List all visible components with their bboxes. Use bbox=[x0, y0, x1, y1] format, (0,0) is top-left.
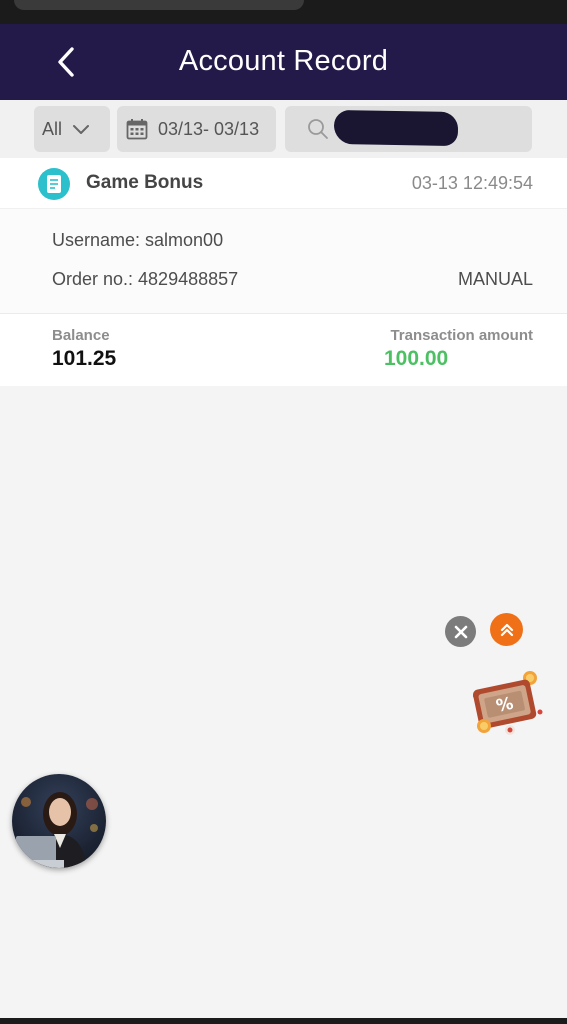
scroll-top-button[interactable] bbox=[490, 613, 523, 646]
app-header: Account Record bbox=[0, 24, 567, 100]
search-icon bbox=[308, 119, 328, 139]
close-icon bbox=[454, 625, 467, 638]
record-card[interactable]: Game Bonus 03-13 12:49:54 Username: salm… bbox=[0, 158, 567, 386]
discount-coupon-icon: % bbox=[473, 671, 543, 735]
record-datetime: 03-13 12:49:54 bbox=[411, 173, 533, 193]
receipt-icon bbox=[38, 168, 70, 200]
transaction-amount-label: Transaction amount bbox=[390, 327, 533, 344]
balance-value: 101.25 bbox=[52, 347, 117, 370]
redaction-mark bbox=[333, 109, 459, 147]
double-chevron-up-icon bbox=[500, 623, 513, 636]
status-bar-pill bbox=[14, 0, 304, 10]
calendar-icon bbox=[126, 119, 148, 140]
order-number-text: Order no.: 4829488857 bbox=[52, 269, 239, 289]
record-details: Username: salmon00 Order no.: 4829488857… bbox=[0, 208, 567, 313]
page-title: Account Record bbox=[178, 45, 389, 77]
username-text: Username: salmon00 bbox=[52, 230, 224, 250]
method-text: MANUAL bbox=[457, 269, 533, 289]
promo-coupon-button[interactable]: % bbox=[466, 666, 548, 742]
type-filter-value: All bbox=[42, 118, 63, 139]
support-agent-avatar[interactable] bbox=[12, 774, 106, 868]
chevron-down-icon bbox=[73, 125, 90, 134]
close-promo-button[interactable] bbox=[445, 616, 476, 647]
record-title: Game Bonus bbox=[86, 172, 204, 193]
record-header: Game Bonus 03-13 12:49:54 bbox=[0, 158, 567, 208]
transaction-amount-value: 100.00 bbox=[384, 347, 449, 370]
balance-label: Balance bbox=[52, 327, 110, 344]
agent-photo bbox=[12, 774, 106, 868]
system-nav-bar bbox=[0, 1018, 567, 1024]
status-bar bbox=[0, 0, 567, 24]
date-range-picker[interactable]: 03/13- 03/13 bbox=[117, 106, 276, 152]
date-range-value: 03/13- 03/13 bbox=[158, 118, 260, 139]
filter-bar: All 03/13- 03/13 bbox=[0, 100, 567, 158]
type-filter-select[interactable]: All bbox=[34, 106, 110, 152]
record-amounts: Balance 101.25 Transaction amount 100.00 bbox=[0, 313, 567, 386]
